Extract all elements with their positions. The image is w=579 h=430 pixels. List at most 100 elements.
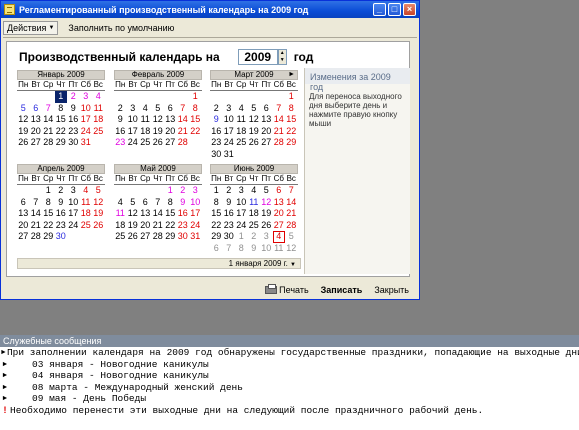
day-cell[interactable]: 28 bbox=[42, 137, 55, 149]
day-cell[interactable]: 7 bbox=[152, 197, 165, 209]
day-cell[interactable]: 3 bbox=[67, 185, 80, 197]
day-cell[interactable]: 21 bbox=[42, 126, 55, 138]
day-cell[interactable]: 23 bbox=[114, 137, 127, 149]
next-month-day-cell[interactable]: 9 bbox=[248, 243, 261, 255]
day-cell[interactable]: 17 bbox=[127, 126, 140, 138]
day-cell[interactable]: 7 bbox=[30, 197, 43, 209]
day-cell[interactable]: 4 bbox=[139, 103, 152, 115]
day-cell[interactable]: 16 bbox=[55, 208, 68, 220]
day-cell[interactable]: 22 bbox=[55, 126, 68, 138]
day-cell[interactable]: 16 bbox=[210, 126, 223, 138]
day-cell[interactable]: 10 bbox=[189, 197, 202, 209]
day-cell[interactable]: 4 bbox=[248, 185, 261, 197]
fill-default-button[interactable]: Заполнить по умолчанию bbox=[66, 22, 176, 34]
day-cell[interactable]: 3 bbox=[223, 103, 236, 115]
day-cell[interactable]: 11 bbox=[114, 208, 127, 220]
day-cell[interactable]: 20 bbox=[139, 220, 152, 232]
day-cell[interactable]: 8 bbox=[42, 197, 55, 209]
day-cell[interactable]: 24 bbox=[127, 137, 140, 149]
day-cell[interactable]: 5 bbox=[260, 185, 273, 197]
day-cell[interactable]: 17 bbox=[223, 126, 236, 138]
day-cell[interactable]: 1 bbox=[210, 185, 223, 197]
day-cell[interactable]: 7 bbox=[285, 185, 298, 197]
day-cell[interactable]: 1 bbox=[164, 185, 177, 197]
day-cell[interactable]: 7 bbox=[273, 103, 286, 115]
day-cell[interactable]: 8 bbox=[189, 103, 202, 115]
date-selector[interactable]: 1 января 2009 г. ▼ bbox=[17, 258, 301, 269]
day-cell[interactable]: 19 bbox=[92, 208, 105, 220]
day-cell[interactable]: 14 bbox=[285, 197, 298, 209]
day-cell[interactable]: 11 bbox=[139, 114, 152, 126]
day-cell[interactable]: 15 bbox=[55, 114, 68, 126]
day-cell[interactable]: 29 bbox=[210, 231, 223, 243]
day-cell[interactable]: 14 bbox=[152, 208, 165, 220]
actions-menu[interactable]: Действия ▼ bbox=[3, 21, 59, 35]
day-cell[interactable]: 18 bbox=[248, 208, 261, 220]
day-cell[interactable]: 9 bbox=[223, 197, 236, 209]
day-cell[interactable]: 2 bbox=[177, 185, 190, 197]
day-cell[interactable]: 3 bbox=[189, 185, 202, 197]
day-cell[interactable]: 19 bbox=[127, 220, 140, 232]
day-cell[interactable]: 22 bbox=[285, 126, 298, 138]
day-cell[interactable]: 30 bbox=[223, 231, 236, 243]
day-cell[interactable]: 12 bbox=[92, 197, 105, 209]
day-cell[interactable]: 20 bbox=[273, 208, 286, 220]
day-cell[interactable]: 23 bbox=[177, 220, 190, 232]
day-cell[interactable]: 9 bbox=[177, 197, 190, 209]
day-cell[interactable]: 5 bbox=[248, 103, 261, 115]
day-cell[interactable]: 19 bbox=[152, 126, 165, 138]
day-cell[interactable]: 3 bbox=[127, 103, 140, 115]
day-cell[interactable]: 28 bbox=[285, 220, 298, 232]
day-cell[interactable]: 21 bbox=[285, 208, 298, 220]
day-cell[interactable]: 11 bbox=[235, 114, 248, 126]
day-cell[interactable]: 30 bbox=[55, 231, 68, 243]
day-cell[interactable]: 18 bbox=[92, 114, 105, 126]
day-cell[interactable]: 23 bbox=[67, 126, 80, 138]
close-window-button[interactable]: × bbox=[403, 3, 416, 16]
day-cell[interactable]: 16 bbox=[67, 114, 80, 126]
year-spinner[interactable]: ▲ ▼ bbox=[277, 49, 287, 65]
day-cell[interactable]: 12 bbox=[248, 114, 261, 126]
day-cell[interactable]: 14 bbox=[177, 114, 190, 126]
day-cell[interactable]: 17 bbox=[67, 208, 80, 220]
day-cell[interactable]: 18 bbox=[235, 126, 248, 138]
day-cell[interactable]: 25 bbox=[92, 126, 105, 138]
day-cell[interactable]: 7 bbox=[177, 103, 190, 115]
day-cell[interactable]: 25 bbox=[114, 231, 127, 243]
day-cell[interactable]: 29 bbox=[164, 231, 177, 243]
day-cell[interactable]: 4 bbox=[80, 185, 93, 197]
day-cell[interactable]: 24 bbox=[67, 220, 80, 232]
day-cell[interactable]: 4 bbox=[114, 197, 127, 209]
next-month-day-cell[interactable]: 4 bbox=[272, 231, 285, 243]
day-cell[interactable]: 1 bbox=[54, 91, 67, 103]
day-cell[interactable]: 31 bbox=[80, 137, 93, 149]
day-cell[interactable]: 20 bbox=[30, 126, 43, 138]
day-cell[interactable]: 21 bbox=[273, 126, 286, 138]
day-cell[interactable]: 13 bbox=[164, 114, 177, 126]
day-cell[interactable]: 21 bbox=[177, 126, 190, 138]
day-cell[interactable]: 31 bbox=[223, 149, 236, 161]
next-month-day-cell[interactable]: 10 bbox=[260, 243, 273, 255]
day-cell[interactable]: 23 bbox=[223, 220, 236, 232]
day-cell[interactable]: 27 bbox=[139, 231, 152, 243]
day-cell[interactable]: 9 bbox=[114, 114, 127, 126]
day-cell[interactable]: 15 bbox=[164, 208, 177, 220]
day-cell[interactable]: 18 bbox=[139, 126, 152, 138]
day-cell[interactable]: 11 bbox=[80, 197, 93, 209]
day-cell[interactable]: 5 bbox=[92, 185, 105, 197]
day-cell[interactable]: 23 bbox=[210, 137, 223, 149]
day-cell[interactable]: 26 bbox=[248, 137, 261, 149]
next-month-day-cell[interactable]: 1 bbox=[235, 231, 248, 243]
day-cell[interactable]: 10 bbox=[80, 103, 93, 115]
day-cell[interactable]: 3 bbox=[80, 91, 93, 103]
day-cell[interactable]: 22 bbox=[164, 220, 177, 232]
day-cell[interactable]: 6 bbox=[17, 197, 30, 209]
day-cell[interactable]: 15 bbox=[42, 208, 55, 220]
day-cell[interactable]: 10 bbox=[223, 114, 236, 126]
day-cell[interactable]: 13 bbox=[17, 208, 30, 220]
day-cell[interactable]: 26 bbox=[260, 220, 273, 232]
day-cell[interactable]: 26 bbox=[17, 137, 30, 149]
day-cell[interactable]: 20 bbox=[164, 126, 177, 138]
day-cell[interactable]: 28 bbox=[30, 231, 43, 243]
day-cell[interactable]: 28 bbox=[177, 137, 190, 149]
